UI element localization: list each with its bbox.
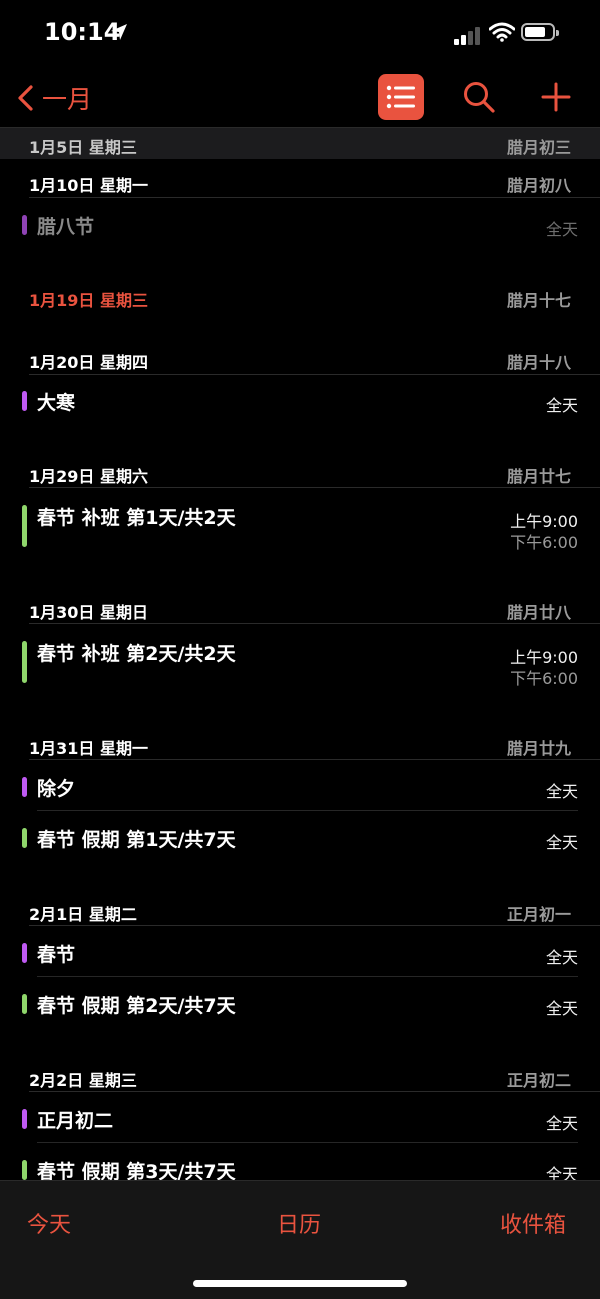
event-end-time: 下午6:00 — [510, 669, 578, 688]
event-row[interactable]: 春节 假期 第3天/共7天 全天 — [0, 1143, 600, 1181]
lunar-date: 腊月初八 — [506, 176, 571, 195]
date-label: 2月1日 星期二 — [29, 905, 137, 924]
event-time: 全天 — [545, 396, 578, 415]
tab-bar: 今天 日历 收件箱 — [0, 1180, 600, 1299]
event-time: 全天 — [545, 833, 578, 852]
battery-icon — [521, 23, 559, 41]
list-view-button[interactable] — [378, 74, 424, 120]
event-title: 大寒 — [37, 392, 76, 414]
date-label: 2月2日 星期三 — [29, 1071, 137, 1090]
event-row[interactable]: 除夕 全天 — [0, 760, 600, 810]
event-time: 全天 — [545, 220, 578, 239]
event-title: 腊八节 — [37, 216, 95, 238]
date-header: 1月31日 星期一 腊月廿九 — [0, 729, 600, 759]
home-indicator[interactable] — [193, 1280, 407, 1287]
lunar-date: 腊月廿八 — [506, 603, 571, 622]
event-row[interactable]: 春节 补班 第1天/共2天 上午9:00 下午6:00 — [0, 488, 600, 562]
today-button[interactable]: 今天 — [27, 1207, 71, 1239]
date-header-today: 1月19日 星期三 腊月十七 — [0, 281, 600, 311]
agenda-list: 1月5日 星期三 腊月初三 1月10日 星期一 腊月初八 腊八节 全天 1月19… — [0, 127, 600, 1181]
event-row[interactable]: 春节 全天 — [0, 926, 600, 976]
lunar-date: 腊月初三 — [506, 138, 571, 157]
event-time: 全天 — [545, 999, 578, 1018]
calendar-color-bar — [22, 943, 27, 963]
calendar-color-bar — [22, 777, 27, 797]
event-title: 春节 补班 第1天/共2天 — [37, 507, 236, 529]
list-icon — [386, 85, 415, 109]
date-header: 1月10日 星期一 腊月初八 — [0, 166, 600, 196]
date-header: 1月20日 星期四 腊月十八 — [0, 343, 600, 373]
event-title: 春节 补班 第2天/共2天 — [37, 643, 236, 665]
date-label: 1月20日 星期四 — [29, 353, 148, 372]
date-label: 1月5日 星期三 — [29, 138, 137, 157]
back-button[interactable]: 一月 — [16, 80, 92, 116]
cellular-signal-icon — [454, 25, 482, 45]
event-title: 除夕 — [37, 778, 76, 800]
event-row[interactable]: 正月初二 全天 — [0, 1092, 600, 1142]
chevron-left-icon — [18, 85, 33, 111]
date-label: 1月31日 星期一 — [29, 739, 148, 758]
wifi-icon — [489, 22, 515, 42]
event-time: 全天 — [545, 948, 578, 967]
event-end-time: 下午6:00 — [510, 533, 578, 552]
date-header: 2月1日 星期二 正月初一 — [0, 895, 600, 925]
event-time: 全天 — [545, 1165, 578, 1181]
calendar-color-bar — [22, 391, 27, 411]
date-header: 1月5日 星期三 腊月初三 — [0, 128, 600, 159]
status-bar: 10:14 — [0, 0, 600, 70]
date-header: 2月2日 星期三 正月初二 — [0, 1061, 600, 1091]
event-time: 全天 — [545, 1114, 578, 1133]
date-label: 1月10日 星期一 — [29, 176, 148, 195]
calendars-button[interactable]: 日历 — [277, 1207, 321, 1239]
calendar-color-bar — [22, 994, 27, 1014]
back-label: 一月 — [42, 85, 93, 114]
event-row[interactable]: 春节 假期 第2天/共7天 全天 — [0, 977, 600, 1029]
date-label: 1月30日 星期日 — [29, 603, 148, 622]
calendar-color-bar — [22, 641, 27, 683]
lunar-date: 正月初二 — [506, 1071, 571, 1090]
calendar-color-bar — [22, 1160, 27, 1180]
event-title: 春节 假期 第3天/共7天 — [37, 1161, 236, 1181]
event-title: 春节 假期 第2天/共7天 — [37, 995, 236, 1017]
date-label: 1月29日 星期六 — [29, 467, 148, 486]
lunar-date: 正月初一 — [506, 905, 571, 924]
lunar-date: 腊月十八 — [506, 353, 571, 372]
event-row[interactable]: 春节 假期 第1天/共7天 全天 — [0, 811, 600, 863]
navigation-bar: 一月 — [0, 70, 600, 126]
lunar-date: 腊月廿九 — [506, 739, 571, 758]
event-title: 春节 假期 第1天/共7天 — [37, 829, 236, 851]
calendar-color-bar — [22, 828, 27, 848]
lunar-date: 腊月廿七 — [506, 467, 571, 486]
add-event-icon[interactable] — [541, 82, 571, 112]
location-arrow-icon — [111, 24, 127, 40]
date-label: 1月19日 星期三 — [29, 291, 148, 310]
event-row[interactable]: 腊八节 全天 — [0, 198, 600, 252]
lunar-date: 腊月十七 — [506, 291, 571, 310]
event-row[interactable]: 春节 补班 第2天/共2天 上午9:00 下午6:00 — [0, 624, 600, 698]
event-title: 春节 — [37, 944, 76, 966]
calendar-color-bar — [22, 505, 27, 547]
calendar-color-bar — [22, 215, 27, 235]
event-title: 正月初二 — [37, 1110, 114, 1132]
search-icon[interactable] — [462, 80, 496, 114]
inbox-button[interactable]: 收件箱 — [500, 1207, 566, 1239]
calendar-color-bar — [22, 1109, 27, 1129]
event-row[interactable]: 大寒 全天 — [0, 375, 600, 429]
event-time: 全天 — [545, 782, 578, 801]
date-header: 1月29日 星期六 腊月廿七 — [0, 457, 600, 487]
date-header: 1月30日 星期日 腊月廿八 — [0, 593, 600, 623]
